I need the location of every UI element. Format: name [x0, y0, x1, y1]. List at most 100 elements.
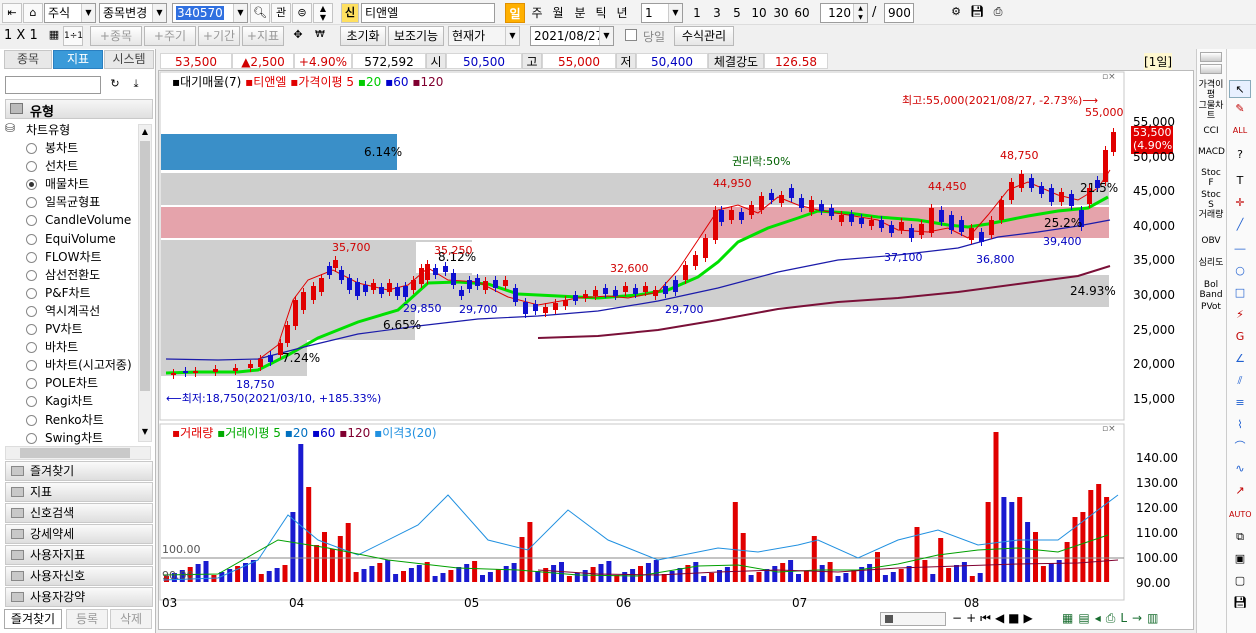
accordion-item[interactable]: 지표 — [5, 482, 153, 502]
accordion-item[interactable]: 즐겨찾기 — [5, 461, 153, 481]
radio-button[interactable] — [26, 414, 37, 426]
period-year-tab[interactable]: 년 — [612, 3, 632, 23]
trendline-icon[interactable]: ╱ — [1229, 216, 1251, 234]
radio-button[interactable] — [26, 287, 37, 299]
copy-icon[interactable]: ⧉ — [1229, 528, 1251, 546]
window-icon[interactable]: ▢ — [1229, 572, 1251, 590]
save-icon[interactable]: 💾︎ — [967, 3, 987, 23]
export-controls[interactable]: ▦▤◂⎙L→▥ — [1062, 611, 1163, 626]
circle-icon[interactable]: ○ — [1229, 262, 1251, 280]
move-icon[interactable]: ✥ — [288, 26, 308, 46]
channel-icon[interactable]: ⫽ — [1229, 372, 1251, 390]
cycle-icon[interactable]: ⌇ — [1229, 416, 1251, 434]
indicator-toolbar-header[interactable] — [1200, 52, 1222, 62]
zoom-slider-thumb[interactable] — [885, 615, 893, 623]
fan-icon[interactable]: ∠ — [1229, 350, 1251, 368]
accordion-item[interactable]: 사용자지표 — [5, 545, 153, 565]
link-icon[interactable]: ⊜ — [292, 3, 312, 23]
indicator-shortcut[interactable]: 거래량 — [1198, 210, 1224, 220]
interval-10[interactable]: 10 — [749, 3, 769, 23]
radio-button[interactable] — [26, 143, 37, 154]
right-icon[interactable]: → — [1132, 611, 1147, 625]
help-icon[interactable]: ? — [1229, 146, 1251, 164]
hline-icon[interactable]: ― — [1229, 240, 1251, 258]
radio-button[interactable] — [26, 324, 37, 335]
indicator-shortcut[interactable]: Bol Band — [1198, 280, 1224, 300]
pane-max-icon[interactable]: ▫× — [1102, 72, 1116, 82]
add-indicator-button[interactable]: +지표 — [242, 26, 284, 46]
text-icon[interactable]: T — [1229, 172, 1251, 190]
wave-line-icon[interactable]: ∿ — [1229, 460, 1251, 478]
auto-icon[interactable]: AUTO — [1229, 506, 1252, 524]
total-count-input[interactable]: 900 — [884, 3, 914, 23]
favorites-tab[interactable]: 즐겨찾기 — [4, 609, 62, 629]
period-minute-tab[interactable]: 분 — [570, 3, 590, 23]
radio-button[interactable] — [26, 269, 37, 281]
image-icon[interactable]: ▤ — [1078, 611, 1094, 625]
delete-button[interactable]: 삭제 — [110, 609, 152, 629]
accordion-item[interactable]: 강세약세 — [5, 524, 153, 544]
volume-pane-max-icon[interactable]: ▫× — [1102, 424, 1116, 434]
layout-sub-button[interactable]: 1÷1 — [63, 26, 83, 46]
indicator-shortcut[interactable]: 그물차트 — [1198, 101, 1224, 121]
pointer-icon[interactable]: ↖ — [1229, 80, 1251, 98]
prev-stock-icon[interactable]: ⇤ — [2, 3, 22, 23]
sidebar-hscrollbar[interactable] — [5, 446, 151, 460]
period-week-tab[interactable]: 주 — [527, 3, 547, 23]
sidebar-search-input[interactable] — [5, 76, 101, 94]
stock-name-field[interactable]: 티앤엘 — [361, 3, 495, 23]
gwan-button[interactable]: 관 — [271, 3, 291, 23]
stock-spinner-icon[interactable]: ▲ ▼ — [313, 3, 333, 23]
accordion-item[interactable]: 사용자신호 — [5, 566, 153, 586]
aux-function-button[interactable]: 보조기능 — [388, 26, 444, 46]
period-tick-tab[interactable]: 틱 — [591, 3, 611, 23]
register-button[interactable]: 등록 — [66, 609, 108, 629]
sidebar-tab-stock[interactable]: 종목 — [4, 50, 52, 69]
market-select[interactable]: 주식 ▼ — [44, 3, 96, 23]
print-chart-icon[interactable]: ⎙ — [1106, 611, 1121, 625]
zoom-slider[interactable] — [880, 612, 946, 626]
scroll-up-icon[interactable]: ▲ — [139, 127, 151, 139]
section-header[interactable]: 유형 — [5, 99, 153, 120]
indicator-shortcut[interactable]: PVot — [1198, 302, 1224, 312]
download-icon[interactable]: ⤓ — [126, 75, 146, 95]
accordion-item[interactable]: 신호검색 — [5, 503, 153, 523]
crosshair-icon[interactable]: ✛ — [1229, 194, 1251, 212]
indicator-shortcut[interactable]: OBV — [1198, 236, 1224, 246]
indicator-shortcut[interactable]: MACD — [1198, 147, 1225, 157]
period-month-tab[interactable]: 월 — [548, 3, 568, 23]
arrow-icon[interactable]: ↗ — [1229, 482, 1251, 500]
indicator-shortcut[interactable]: Stoc S — [1198, 190, 1224, 210]
interval-30[interactable]: 30 — [771, 3, 791, 23]
zigzag-icon[interactable]: ⚡ — [1229, 306, 1251, 324]
save-drawing-icon[interactable]: 💾︎ — [1229, 594, 1251, 612]
sidebar-tab-indicator[interactable]: 지표 — [53, 50, 103, 69]
zoom-out-icon[interactable]: − — [952, 611, 966, 625]
code-mode-select[interactable]: 종목변경 ▼ — [99, 3, 167, 23]
wave-icon[interactable]: ₩ — [310, 26, 330, 46]
today-checkbox[interactable] — [625, 29, 637, 41]
scroll-stop-icon[interactable]: ■ — [1008, 611, 1023, 625]
sidebar-tab-system[interactable]: 시스템 — [104, 50, 154, 69]
reset-button[interactable]: 초기화 — [340, 26, 386, 46]
home-icon[interactable]: ⌂ — [23, 3, 43, 23]
zoom-in-icon[interactable]: + — [966, 611, 980, 625]
sidebar-scrollbar[interactable]: ▲ ▼ — [138, 124, 152, 442]
indicator-shortcut[interactable]: CCI — [1198, 126, 1224, 136]
delete-all-icon[interactable]: ALL — [1229, 122, 1251, 140]
chart-canvas[interactable] — [158, 70, 1194, 630]
scroll-thumb[interactable] — [140, 141, 150, 391]
eraser-icon[interactable]: ✎ — [1229, 100, 1251, 118]
gann-icon[interactable]: G — [1229, 328, 1251, 346]
add-stock-button[interactable]: +종목 — [90, 26, 142, 46]
chart-type-group[interactable]: 차트유형 — [26, 121, 70, 138]
scroll-prev-icon[interactable]: ◀ — [995, 611, 1008, 625]
interval-1[interactable]: 1 — [687, 3, 707, 23]
paste-icon[interactable]: ▣ — [1229, 550, 1251, 568]
grid-icon[interactable]: ▦ — [44, 26, 64, 46]
scroll-first-icon[interactable]: ⏮ — [980, 611, 995, 625]
price-type-select[interactable]: 현재가 ▼ — [448, 26, 520, 46]
print-icon[interactable]: ⎙ — [988, 3, 1008, 23]
fib-icon[interactable]: ≡ — [1229, 394, 1251, 412]
indicator-shortcut[interactable]: 가격이평 — [1198, 80, 1224, 100]
